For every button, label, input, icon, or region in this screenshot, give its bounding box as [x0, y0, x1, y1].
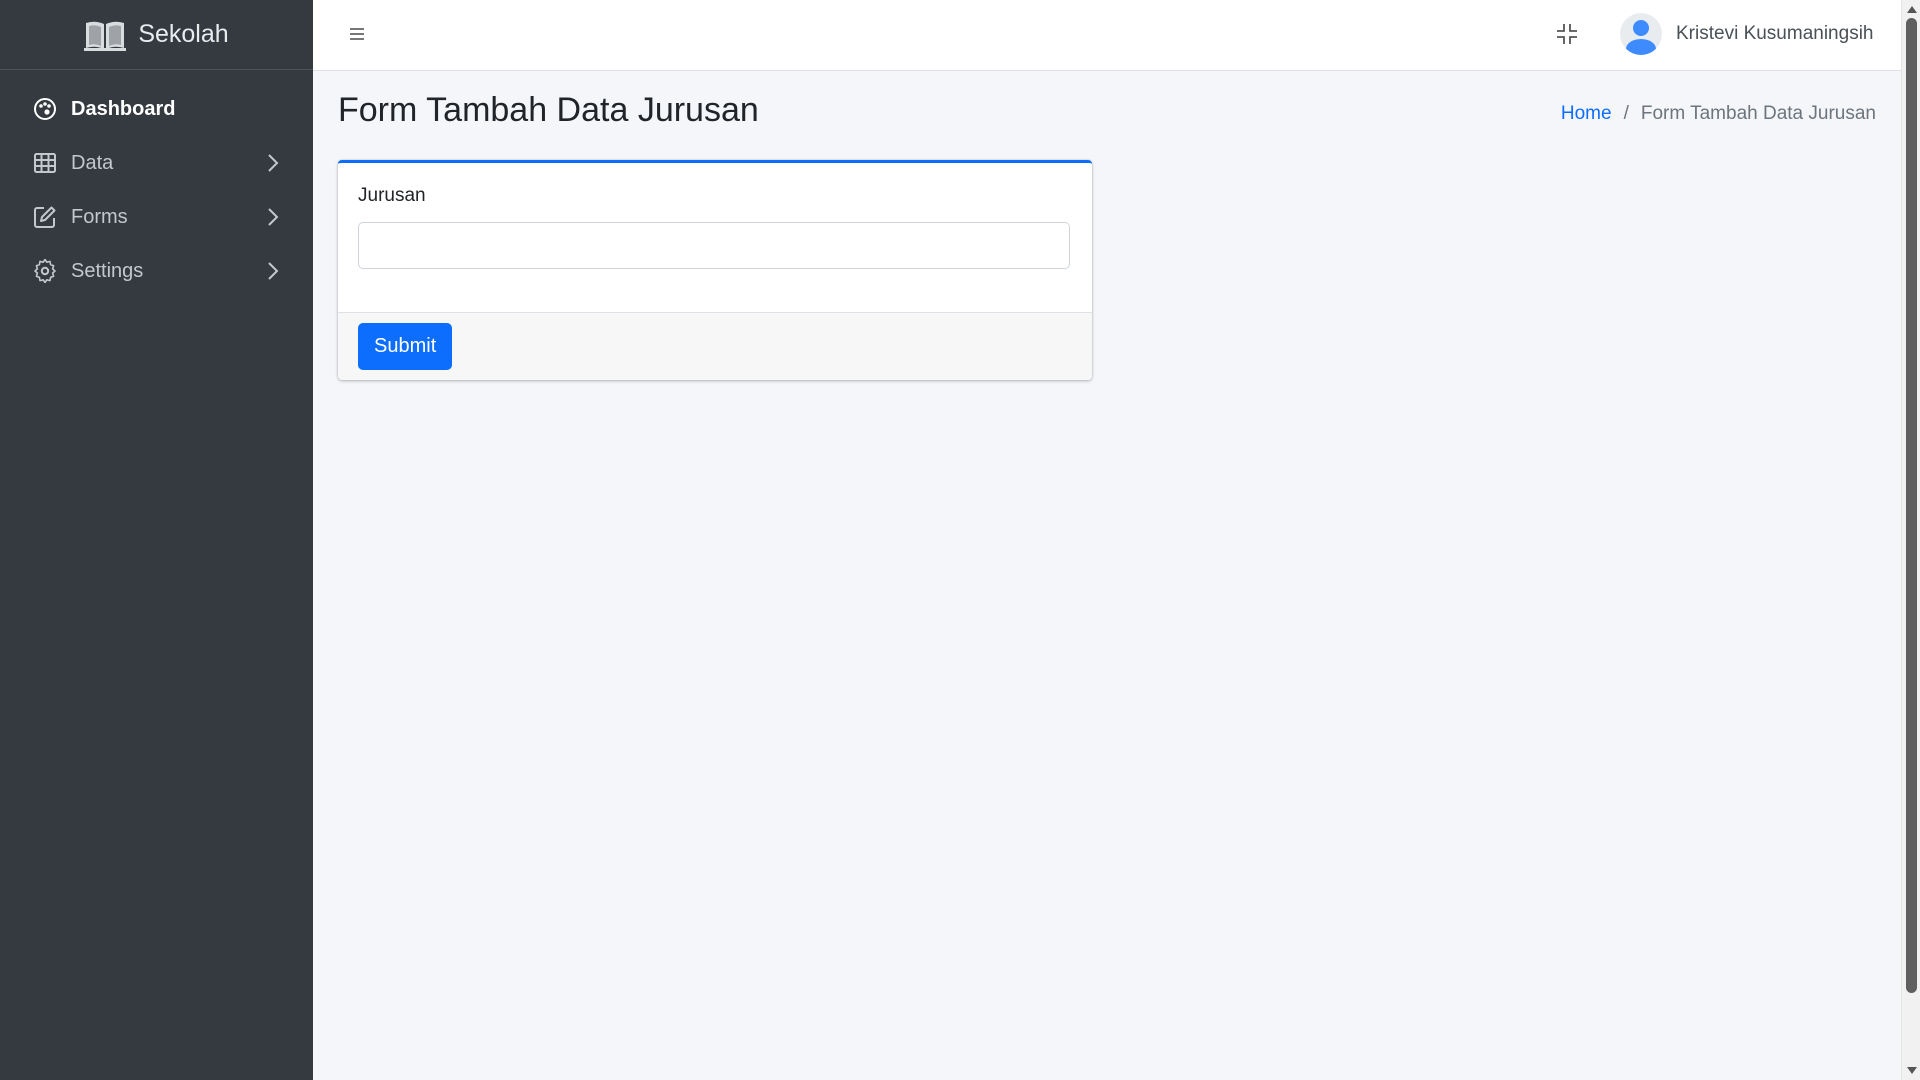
chevron-right-icon [268, 154, 279, 172]
brand-name: Sekolah [138, 20, 229, 48]
sidebar-item-label: Data [71, 151, 114, 174]
breadcrumb: Home / Form Tambah Data Jurusan [1561, 103, 1876, 125]
sidebar-item-label: Forms [71, 205, 128, 228]
scrollbar-thumb[interactable] [1906, 18, 1917, 993]
sidebar-item-settings[interactable]: Settings [0, 244, 313, 298]
breadcrumb-current: Form Tambah Data Jurusan [1640, 103, 1876, 124]
card-footer: Submit [338, 312, 1092, 380]
sidebar-nav: Dashboard Data Forms Settings [0, 70, 313, 298]
book-open-icon [84, 21, 127, 51]
sidebar-item-label: Settings [71, 259, 144, 282]
scroll-up-arrow-icon[interactable] [1907, 6, 1917, 13]
submit-button[interactable]: Submit [358, 323, 453, 370]
chevron-right-icon [268, 262, 279, 280]
user-name: Kristevi Kusumaningsih [1676, 23, 1874, 44]
sidebar-item-label: Dashboard [71, 97, 176, 120]
jurusan-input[interactable] [358, 222, 1070, 269]
hamburger-icon[interactable] [347, 24, 367, 44]
sidebar: Sekolah Dashboard Data Forms Settings [0, 0, 313, 1080]
content-header: Form Tambah Data Jurusan Home / Form Tam… [313, 71, 1901, 161]
vertical-scrollbar[interactable] [1901, 0, 1920, 1080]
fullscreen-exit-icon[interactable] [1555, 22, 1579, 46]
sidebar-item-data[interactable]: Data [0, 136, 313, 190]
palette-icon [34, 98, 56, 120]
pencil-square-icon [34, 206, 56, 228]
breadcrumb-separator: / [1623, 103, 1629, 124]
page-title: Form Tambah Data Jurusan [338, 91, 759, 129]
user-avatar-icon [1620, 13, 1662, 55]
table-icon [34, 153, 56, 173]
sidebar-item-dashboard[interactable]: Dashboard [0, 82, 313, 136]
top-navbar: Kristevi Kusumaningsih [313, 0, 1901, 71]
form-card: Jurusan Submit [338, 160, 1092, 380]
user-menu[interactable]: Kristevi Kusumaningsih [1620, 12, 1873, 56]
gear-icon [34, 259, 56, 283]
sidebar-item-forms[interactable]: Forms [0, 190, 313, 244]
brand-link[interactable]: Sekolah [0, 0, 313, 70]
chevron-right-icon [268, 208, 279, 226]
jurusan-label: Jurusan [358, 185, 426, 206]
card-body: Jurusan [338, 163, 1092, 312]
breadcrumb-home-link[interactable]: Home [1561, 103, 1612, 125]
scroll-down-arrow-icon[interactable] [1907, 1067, 1917, 1074]
